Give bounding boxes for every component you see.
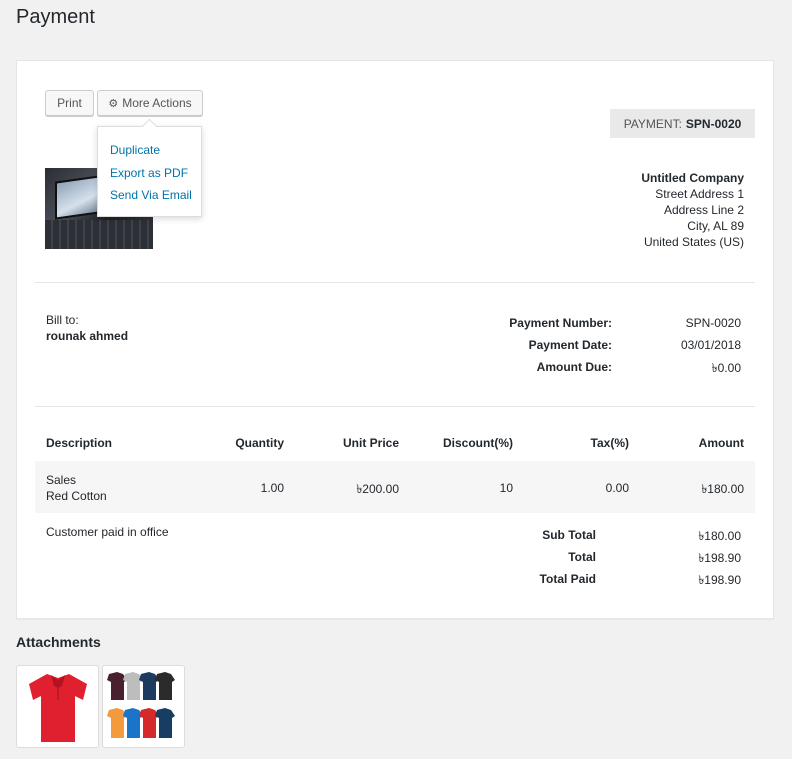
amount-due-label: Amount Due:: [536, 360, 612, 374]
company-address-line: Street Address 1: [655, 187, 744, 201]
payment-badge-prefix: PAYMENT:: [623, 116, 682, 131]
bill-to-name: rounak ahmed: [46, 329, 129, 343]
divider: [35, 282, 755, 283]
company-address-line: City, AL 89: [687, 219, 744, 233]
print-button[interactable]: Print: [45, 90, 94, 116]
company-address-line: Address Line 2: [663, 203, 744, 217]
item-tax: 0.00: [605, 481, 629, 495]
total-paid-value: ৳198.90: [698, 573, 741, 587]
column-header-discount: Discount(%): [443, 436, 513, 450]
item-discount: 10: [499, 481, 513, 495]
payment-number-value: SPN-0020: [685, 316, 741, 330]
divider: [35, 406, 755, 407]
payment-number-label: Payment Number:: [509, 316, 612, 330]
item-unit-price: ৳200.00: [356, 482, 399, 496]
payment-date-label: Payment Date:: [528, 338, 612, 352]
payment-date-value: 03/01/2018: [680, 338, 741, 352]
total-label: Total: [568, 550, 596, 564]
item-subtitle: Red Cotton: [46, 489, 107, 503]
item-amount: ৳180.00: [701, 482, 744, 496]
company-name: Untitled Company: [641, 171, 744, 185]
payment-notes: Customer paid in office: [46, 525, 169, 539]
gear-icon: ⚙: [108, 97, 119, 110]
column-header-quantity: Quantity: [235, 436, 284, 450]
item-quantity: 1.00: [260, 481, 284, 495]
attachment-thumbnail-red-shirt[interactable]: [16, 665, 99, 748]
company-address: Untitled Company Street Address 1 Addres…: [641, 170, 744, 250]
attachment-thumbnail-shirt-colors[interactable]: [102, 665, 185, 748]
menu-item-duplicate[interactable]: Duplicate: [110, 143, 160, 157]
column-header-unit-price: Unit Price: [342, 436, 399, 450]
more-actions-menu: Duplicate Export as PDF Send Via Email: [97, 126, 202, 217]
total-value: ৳198.90: [698, 551, 741, 565]
column-header-amount: Amount: [698, 436, 744, 450]
menu-item-export-pdf[interactable]: Export as PDF: [110, 166, 188, 180]
bill-to-label: Bill to:: [46, 313, 79, 327]
amount-due-value: ৳0.00: [711, 361, 741, 375]
company-address-line: United States (US): [643, 235, 744, 249]
column-header-description: Description: [46, 436, 113, 450]
payment-badge: PAYMENT: SPN-0020: [610, 109, 755, 138]
menu-item-send-email[interactable]: Send Via Email: [110, 188, 192, 202]
payment-card: Print ⚙ More Actions Duplicate Export as…: [16, 60, 774, 619]
red-shirt-image: [29, 674, 87, 742]
payment-badge-number: SPN-0020: [685, 116, 742, 131]
subtotal-label: Sub Total: [542, 528, 596, 542]
more-actions-button[interactable]: ⚙ More Actions: [97, 90, 203, 116]
page-title: Payment: [16, 6, 95, 28]
attachments-title: Attachments: [16, 634, 101, 650]
more-actions-label: More Actions: [122, 96, 192, 110]
subtotal-value: ৳180.00: [698, 529, 741, 543]
total-paid-label: Total Paid: [539, 572, 596, 586]
shirt-colors-image: [107, 672, 175, 738]
item-title: Sales: [46, 473, 77, 487]
column-header-tax: Tax(%): [590, 436, 629, 450]
